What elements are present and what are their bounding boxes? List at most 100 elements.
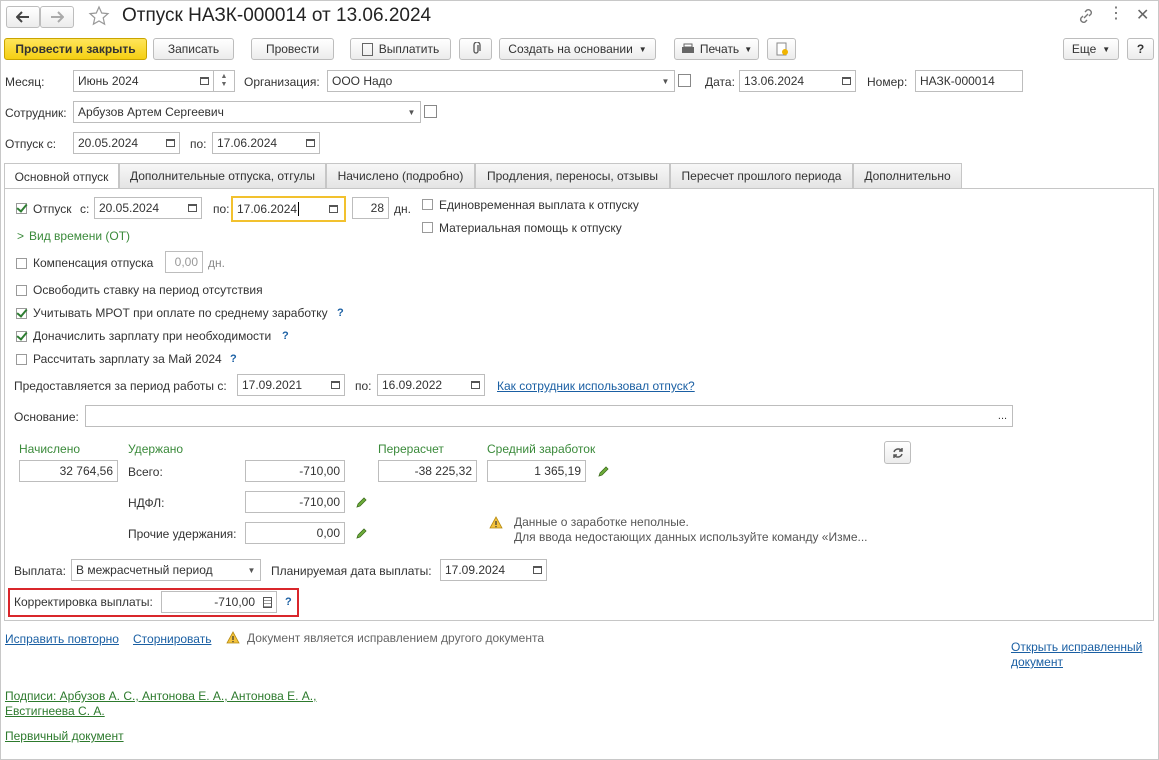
month-calendar-button[interactable]: [196, 70, 214, 92]
chevron-up-icon: ▲: [220, 73, 228, 80]
signatures-link-1[interactable]: Подписи: Арбузов А. С., Антонова Е. А., …: [5, 689, 316, 703]
calendar-icon: [533, 566, 542, 574]
link-icon[interactable]: [1078, 8, 1094, 24]
calendar-icon: [200, 77, 209, 85]
post-and-close-button[interactable]: Провести и закрыть: [4, 38, 147, 60]
basis-select-button[interactable]: ...: [993, 405, 1013, 427]
open-fixed-document-link-1[interactable]: Открыть исправленный: [1011, 640, 1142, 654]
tab-extensions[interactable]: Продления, переносы, отзывы: [475, 163, 670, 188]
one-time-payment-checkbox[interactable]: [422, 199, 433, 210]
planned-date-calendar-button[interactable]: [529, 559, 547, 581]
add-salary-help[interactable]: ?: [282, 330, 289, 342]
more-button[interactable]: Еще ▼: [1063, 38, 1119, 60]
correction-calculator-button[interactable]: [259, 591, 277, 613]
compensation-checkbox[interactable]: [16, 258, 27, 269]
period-from-calendar-button[interactable]: [327, 374, 345, 396]
tab-main-leave[interactable]: Основной отпуск: [4, 163, 119, 189]
leave-usage-link[interactable]: Как сотрудник использовал отпуск?: [497, 379, 695, 393]
print-button[interactable]: Печать ▼: [674, 38, 759, 60]
days-input[interactable]: 28: [352, 197, 389, 219]
time-type-toggle[interactable]: > Вид времени (ОТ): [17, 229, 130, 243]
tab-accrued-detailed[interactable]: Начислено (подробно): [326, 163, 475, 188]
pay-button[interactable]: Выплатить: [350, 38, 451, 60]
chevron-down-icon: ▼: [661, 76, 670, 86]
free-rate-checkbox[interactable]: [16, 285, 27, 296]
calc-salary-checkbox[interactable]: [16, 354, 27, 365]
signatures-link-2[interactable]: Евстигнеева С. А.: [5, 704, 105, 718]
period-to-input[interactable]: 16.09.2022: [377, 374, 468, 396]
leave-to-input[interactable]: 17.06.2024: [212, 132, 303, 154]
basis-input[interactable]: [85, 405, 994, 427]
vacation-to-input[interactable]: 17.06.2024: [231, 196, 346, 222]
compensation-input[interactable]: 0,00: [165, 251, 203, 273]
calc-salary-help[interactable]: ?: [230, 353, 237, 365]
consider-mrot-help[interactable]: ?: [337, 307, 344, 319]
calendar-icon: [188, 204, 197, 212]
leave-from-calendar-button[interactable]: [162, 132, 180, 154]
chevron-right-icon: >: [17, 229, 25, 243]
more-button-label: Еще: [1071, 42, 1097, 56]
leave-from-input[interactable]: 20.05.2024: [73, 132, 163, 154]
tab-additional-leaves[interactable]: Дополнительные отпуска, отгулы: [119, 163, 326, 188]
add-salary-checkbox[interactable]: [16, 331, 27, 342]
month-input[interactable]: Июнь 2024: [73, 70, 197, 92]
employee-input[interactable]: Арбузов Артем Сергеевич: [73, 101, 404, 123]
vacation-from-input[interactable]: 20.05.2024: [94, 197, 185, 219]
withheld-total-label: Всего:: [128, 465, 163, 479]
calendar-icon[interactable]: [329, 205, 338, 213]
organization-input[interactable]: ООО Надо: [327, 70, 658, 92]
attach-button[interactable]: [459, 38, 492, 60]
date-calendar-button[interactable]: [838, 70, 856, 92]
month-label: Месяц:: [5, 75, 45, 89]
chevron-down-icon: ▼: [220, 81, 228, 88]
payment-select[interactable]: В межрасчетный период: [71, 559, 244, 581]
more-vertical-icon[interactable]: ⋮: [1108, 6, 1124, 22]
back-button[interactable]: [6, 6, 40, 28]
consider-mrot-checkbox[interactable]: [16, 308, 27, 319]
pencil-icon[interactable]: [355, 496, 368, 509]
payment-dropdown[interactable]: ▼: [243, 559, 261, 581]
leave-to-calendar-button[interactable]: [302, 132, 320, 154]
chevron-down-icon: ▼: [1102, 44, 1111, 54]
date-input[interactable]: 13.06.2024: [739, 70, 839, 92]
month-stepper[interactable]: ▲ ▼: [214, 70, 235, 92]
open-icon[interactable]: [678, 74, 691, 87]
forward-button[interactable]: [40, 6, 74, 28]
star-icon[interactable]: [88, 5, 110, 27]
calendar-icon: [166, 139, 175, 147]
help-button[interactable]: ?: [1127, 38, 1154, 60]
calc-salary-label: Рассчитать зарплату за Май 2024: [33, 352, 222, 366]
post-button[interactable]: Провести: [251, 38, 334, 60]
calendar-icon: [331, 381, 340, 389]
correction-input[interactable]: -710,00: [161, 591, 260, 613]
warning-line-2: Для ввода недостающих данных используйте…: [514, 530, 868, 544]
reverse-link[interactable]: Сторнировать: [133, 632, 211, 646]
number-input[interactable]: НАЗК-000014: [915, 70, 1023, 92]
report-button[interactable]: [767, 38, 796, 60]
pencil-icon[interactable]: [355, 527, 368, 540]
open-fixed-document-link-2[interactable]: документ: [1011, 655, 1063, 669]
vacation-to-label: по:: [213, 202, 230, 216]
fix-again-link[interactable]: Исправить повторно: [5, 632, 119, 646]
open-icon[interactable]: [424, 105, 437, 118]
tab-additional[interactable]: Дополнительно: [853, 163, 962, 188]
tab-recalculation[interactable]: Пересчет прошлого периода: [670, 163, 853, 188]
pencil-icon[interactable]: [597, 465, 610, 478]
period-from-input[interactable]: 17.09.2021: [237, 374, 328, 396]
vacation-checkbox[interactable]: [16, 203, 27, 214]
close-icon[interactable]: ✕: [1136, 5, 1149, 25]
refresh-button[interactable]: [884, 441, 911, 464]
material-aid-checkbox[interactable]: [422, 222, 433, 233]
organization-dropdown[interactable]: ▼: [657, 70, 675, 92]
period-to-calendar-button[interactable]: [467, 374, 485, 396]
correction-help[interactable]: ?: [285, 596, 292, 608]
save-button[interactable]: Записать: [153, 38, 234, 60]
planned-date-input[interactable]: 17.09.2024: [440, 559, 530, 581]
document-icon: [361, 42, 373, 56]
employee-dropdown[interactable]: ▼: [403, 101, 421, 123]
one-time-payment-label: Единовременная выплата к отпуску: [439, 198, 639, 212]
create-based-on-button[interactable]: Создать на основании ▼: [499, 38, 656, 60]
vacation-from-calendar-button[interactable]: [184, 197, 202, 219]
warning-line-1: Данные о заработке неполные.: [514, 515, 689, 529]
primary-document-link[interactable]: Первичный документ: [5, 729, 124, 743]
